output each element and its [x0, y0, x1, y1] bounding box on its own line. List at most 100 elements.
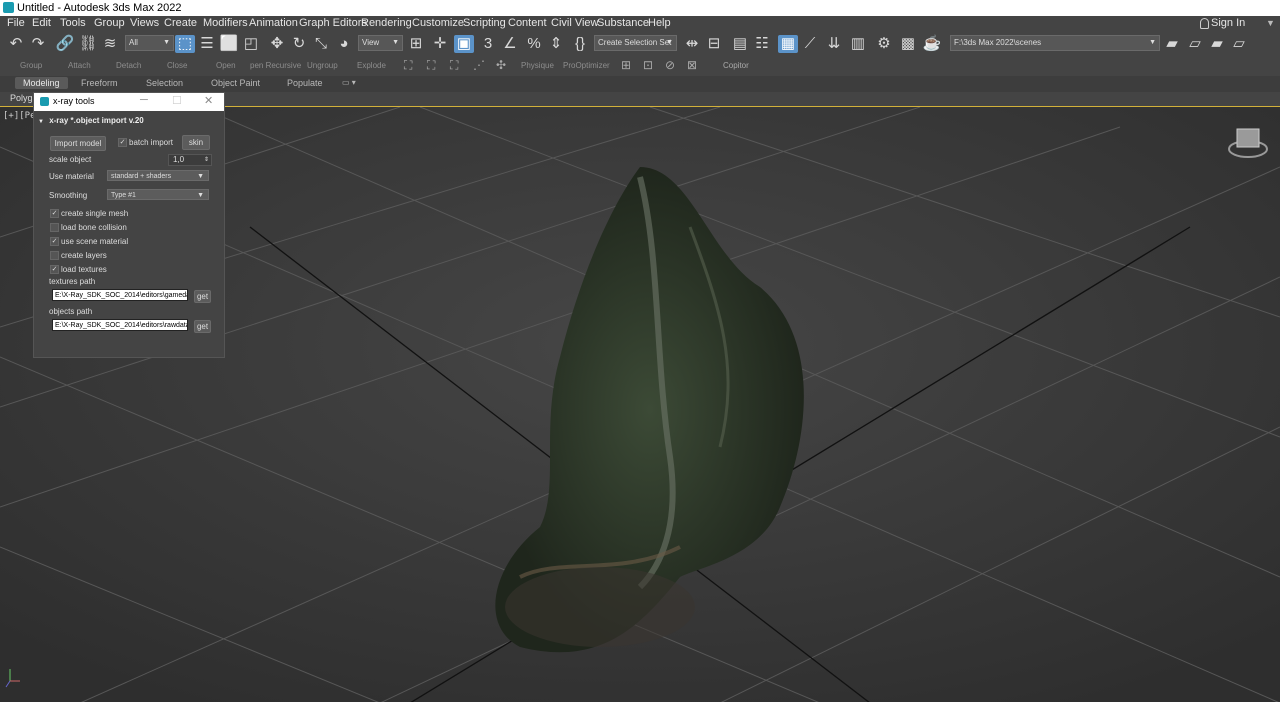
undo-icon[interactable]: ↶	[6, 35, 26, 53]
select-object-icon[interactable]: ⬚	[175, 35, 195, 53]
tool-icon[interactable]: ⊞	[621, 58, 631, 72]
project-create-icon[interactable]: ▰	[1207, 35, 1227, 53]
rollout-header[interactable]: ▼ x-ray *.object import v.20	[38, 116, 220, 128]
sign-in-button[interactable]: Sign In ▼	[1198, 16, 1280, 32]
move-icon[interactable]: ✥	[267, 35, 287, 53]
tab-selection[interactable]: Selection	[146, 78, 183, 88]
scale-object-spinner[interactable]: 1,0 ⇕	[168, 154, 212, 166]
create-single-mesh-checkbox[interactable]: ✓	[50, 209, 59, 218]
objects-path-input[interactable]: E:\X-Ray_SDK_SOC_2014\editors\rawdata	[52, 319, 188, 331]
prooptimizer-button[interactable]: ProOptimizer	[563, 61, 610, 70]
unlink-icon[interactable]: ⛓	[78, 35, 98, 53]
import-model-button[interactable]: Import model	[50, 136, 106, 151]
link-icon[interactable]: 🔗	[55, 35, 75, 53]
angle-snap-icon[interactable]: ∠	[500, 35, 520, 53]
pivot-icon[interactable]: ⊞	[406, 35, 426, 53]
polygon-modeling-label[interactable]: Polyg	[10, 93, 33, 103]
textures-path-input[interactable]: E:\X-Ray_SDK_SOC_2014\editors\gamedata	[52, 289, 188, 301]
close-icon[interactable]: ✕	[204, 94, 213, 107]
project-folder-icon[interactable]: ▰	[1162, 35, 1182, 53]
render-production-icon[interactable]: ☕	[922, 35, 942, 53]
menu-rendering[interactable]: Rendering	[361, 16, 412, 31]
placement-icon[interactable]: ◕	[334, 35, 354, 53]
menu-scripting[interactable]: Scripting	[463, 16, 506, 31]
menu-substance[interactable]: Substance	[597, 16, 649, 31]
open-button[interactable]: Open	[216, 61, 236, 70]
menu-modifiers[interactable]: Modifiers	[203, 16, 248, 31]
tool-icon[interactable]: ⊘	[665, 58, 675, 72]
load-textures-checkbox[interactable]: ✓	[50, 265, 59, 274]
render-setup-icon[interactable]: ⚙	[874, 35, 894, 53]
tool-icon[interactable]: ✣	[496, 58, 506, 72]
menu-animation[interactable]: Animation	[249, 16, 298, 31]
tool-icon[interactable]: ⛶	[450, 58, 458, 73]
menu-group[interactable]: Group	[94, 16, 125, 31]
menu-civil-view[interactable]: Civil View	[551, 16, 598, 31]
explode-button[interactable]: Explode	[357, 61, 386, 70]
minimize-icon[interactable]: ─	[140, 94, 148, 106]
mirror-icon[interactable]: ⇹	[682, 35, 702, 53]
tool-icon[interactable]: ⊠	[687, 58, 697, 72]
percent-snap-icon[interactable]: %	[524, 35, 544, 53]
spinner-snap-icon[interactable]: ⇕	[546, 35, 566, 53]
menu-customize[interactable]: Customize	[412, 16, 464, 31]
tool-icon[interactable]: ⋰	[473, 58, 485, 72]
batch-import-checkbox[interactable]: ✓	[118, 138, 127, 147]
maximize-icon[interactable]: ☐	[172, 94, 182, 107]
redo-icon[interactable]: ↷	[28, 35, 48, 53]
material-editor-icon[interactable]: ▥	[848, 35, 868, 53]
tab-populate[interactable]: Populate	[287, 78, 323, 88]
project-settings-icon[interactable]: ▱	[1185, 35, 1205, 53]
scene-explorer-icon[interactable]: ▤	[730, 35, 750, 53]
curve-editor-icon[interactable]: ⟋	[800, 35, 820, 53]
create-layers-checkbox[interactable]	[50, 251, 59, 260]
rect-selection-icon[interactable]: ⬜	[219, 35, 239, 53]
objects-get-button[interactable]: get	[194, 320, 211, 333]
layer-explorer-icon[interactable]: ☷	[752, 35, 772, 53]
use-material-dropdown[interactable]: standard + shaders ▼	[107, 170, 209, 181]
attach-button[interactable]: Attach	[68, 61, 91, 70]
dialog-title-bar[interactable]: x-ray tools ─ ☐ ✕	[34, 93, 224, 111]
menu-content[interactable]: Content	[508, 16, 547, 31]
select-manipulate-icon[interactable]: ✛	[430, 35, 450, 53]
bind-space-warp-icon[interactable]: ≋	[100, 35, 120, 53]
tool-icon[interactable]: ⛶	[427, 58, 435, 73]
ungroup-button[interactable]: Ungroup	[307, 61, 338, 70]
textures-get-button[interactable]: get	[194, 290, 211, 303]
menu-tools[interactable]: Tools	[60, 16, 86, 31]
rotate-icon[interactable]: ↻	[289, 35, 309, 53]
smoothing-dropdown[interactable]: Type #1 ▼	[107, 189, 209, 200]
menu-edit[interactable]: Edit	[32, 16, 51, 31]
schematic-view-icon[interactable]: ⇊	[824, 35, 844, 53]
copitor-button[interactable]: Copitor	[723, 61, 749, 70]
use-scene-material-checkbox[interactable]: ✓	[50, 237, 59, 246]
tab-modeling[interactable]: Modeling	[15, 77, 68, 89]
tool-icon[interactable]: ⛶	[404, 58, 412, 73]
menu-graph-editors[interactable]: Graph Editors	[299, 16, 367, 31]
scale-icon[interactable]: ⤡	[311, 35, 331, 53]
window-crossing-icon[interactable]: ◰	[241, 35, 261, 53]
menu-create[interactable]: Create	[164, 16, 197, 31]
keyboard-shortcut-toggle-icon[interactable]: ▣	[454, 35, 474, 53]
tab-object-paint[interactable]: Object Paint	[211, 78, 260, 88]
rendered-frame-window-icon[interactable]: ▩	[898, 35, 918, 53]
load-bone-collision-checkbox[interactable]	[50, 223, 59, 232]
toggle-ribbon-icon[interactable]: ▦	[778, 35, 798, 53]
menu-views[interactable]: Views	[130, 16, 159, 31]
menu-file[interactable]: File	[7, 16, 25, 31]
project-path-dropdown[interactable]: F:\3ds Max 2022\scenes ▼	[950, 35, 1160, 51]
open-recursive-button[interactable]: pen Recursive	[250, 61, 301, 70]
tab-freeform[interactable]: Freeform	[81, 78, 118, 88]
ribbon-options-icon[interactable]: ▭ ▾	[342, 78, 356, 87]
named-selection-dropdown[interactable]: Create Selection Set ▼	[594, 35, 677, 51]
physique-button[interactable]: Physique	[521, 61, 554, 70]
group-button[interactable]: Group	[20, 61, 42, 70]
snaps-toggle-icon[interactable]: 3	[478, 35, 498, 53]
close-button[interactable]: Close	[167, 61, 187, 70]
edit-named-selection-icon[interactable]: {}	[570, 35, 590, 53]
menu-help[interactable]: Help	[648, 16, 671, 31]
project-open-icon[interactable]: ▱	[1229, 35, 1249, 53]
detach-button[interactable]: Detach	[116, 61, 141, 70]
align-icon[interactable]: ⊟	[704, 35, 724, 53]
select-by-name-icon[interactable]: ☰	[197, 35, 217, 53]
